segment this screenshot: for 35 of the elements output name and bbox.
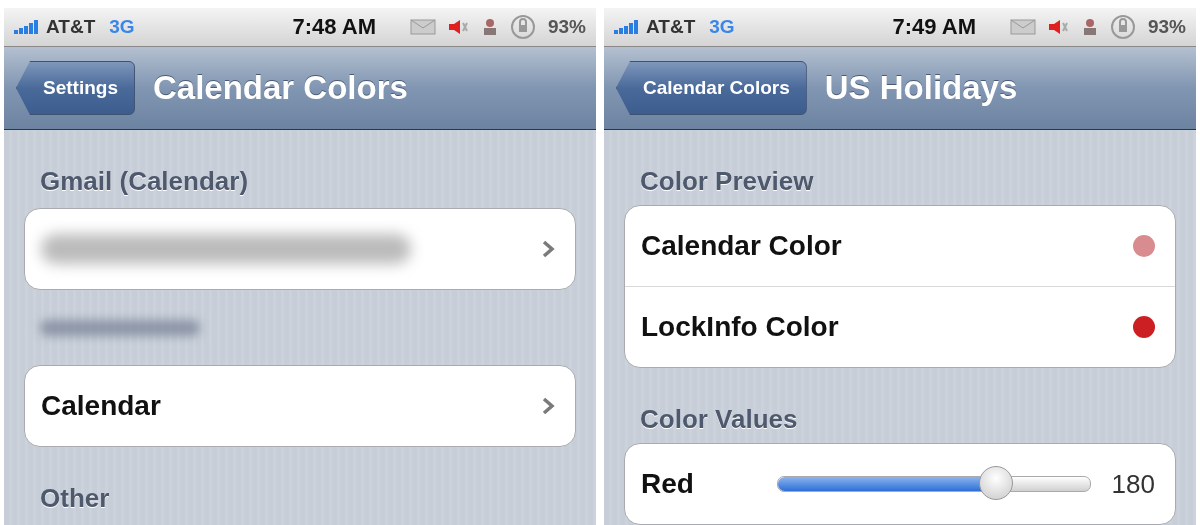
section-header: Gmail (Calendar) — [39, 165, 250, 198]
section-header: Color Preview — [639, 165, 815, 198]
back-button[interactable]: Settings — [16, 61, 135, 115]
list-row[interactable]: Calendar — [25, 365, 575, 446]
signal-icon — [614, 20, 640, 34]
section-header: Color Values — [639, 403, 799, 436]
row-label: Red — [641, 468, 695, 500]
chevron-icon — [541, 239, 555, 260]
rotation-lock-icon — [1109, 14, 1136, 40]
nav-title: US Holidays — [824, 69, 1018, 107]
speaker-icon — [1047, 19, 1070, 35]
carrier-name: AT&T — [646, 16, 696, 38]
slider-value: 180 — [1111, 468, 1155, 500]
status-time: 7:49 AM — [892, 14, 976, 40]
network-type: 3G — [709, 16, 735, 38]
person-icon — [1081, 18, 1098, 36]
rotation-lock-icon — [509, 14, 536, 40]
row-label: LockInfo Color — [641, 311, 839, 343]
row-label: Calendar Color — [641, 230, 842, 262]
battery-percent: 93% — [547, 16, 586, 38]
mail-icon — [1009, 19, 1036, 35]
section-header: Other — [39, 481, 111, 515]
back-button[interactable]: Calendar Colors — [616, 61, 807, 115]
nav-title: Calendar Colors — [152, 69, 408, 107]
carrier-name: AT&T — [46, 16, 96, 38]
row-label: Calendar — [41, 389, 161, 422]
signal-icon — [14, 20, 40, 34]
battery-percent: 93% — [1147, 16, 1186, 38]
person-icon — [481, 18, 498, 36]
slider-thumb[interactable] — [979, 466, 1014, 500]
network-type: 3G — [109, 16, 135, 38]
chevron-icon — [541, 395, 555, 416]
speaker-icon — [447, 19, 470, 35]
status-time: 7:48 AM — [292, 14, 376, 40]
mail-icon — [409, 19, 436, 35]
